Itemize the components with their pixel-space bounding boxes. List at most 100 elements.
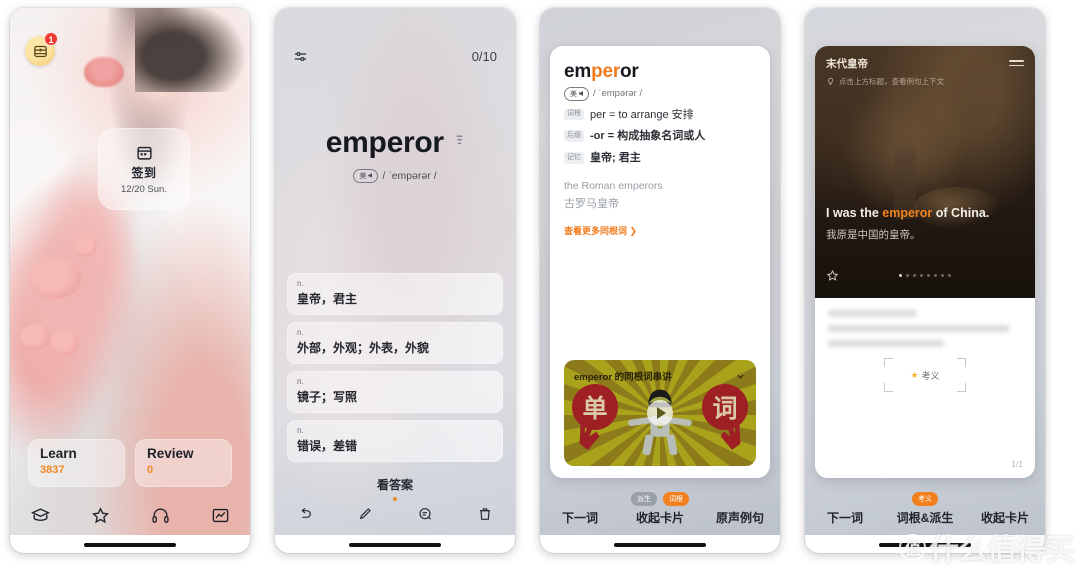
- cat-paw-pad: [50, 329, 79, 356]
- cat-paw-pad: [74, 236, 97, 257]
- exam-meaning-button[interactable]: ★ 考义: [884, 358, 966, 392]
- quiz-progress: 0/10: [471, 48, 497, 64]
- star-icon[interactable]: [826, 269, 839, 282]
- accent-badge[interactable]: 美: [564, 87, 589, 101]
- entry-root: 词根 per = to arrange 安排: [564, 108, 756, 123]
- word-prefix: em: [564, 61, 592, 82]
- hamburger-menu-icon[interactable]: [1009, 57, 1024, 69]
- option-pos: n.: [297, 426, 304, 435]
- settings-sliders-icon[interactable]: [293, 49, 308, 64]
- tab-favorites[interactable]: [70, 497, 130, 533]
- treasure-chest-icon: [33, 45, 47, 57]
- delete-button[interactable]: [455, 497, 515, 531]
- play-button[interactable]: [647, 400, 673, 426]
- graduation-cap-icon: [30, 507, 50, 521]
- blurred-text-line: [828, 340, 945, 347]
- small-speaker-icon: [368, 173, 373, 178]
- hero-footer: [826, 269, 1024, 282]
- trash-icon: [480, 508, 490, 520]
- checkin-date: 12/20 Sun.: [121, 183, 167, 195]
- tab-collapse-card[interactable]: 收起卡片: [620, 509, 700, 535]
- more-root-words-link[interactable]: 查看更多同根词 ❯: [564, 224, 756, 237]
- show-answer-label: 看答案: [376, 478, 413, 492]
- screenshot-stage: 1 签到 12/20 Sun. Learn 3837 Review 0 0/10…: [0, 0, 1080, 573]
- home-indicator: [84, 543, 176, 547]
- star-icon: [91, 506, 109, 523]
- option-text: 错误，差错: [297, 439, 358, 454]
- lightbulb-icon: [827, 77, 834, 85]
- home-indicator: [614, 543, 706, 547]
- dictionary-phonetic: / ˈempərər /: [593, 88, 643, 100]
- sentence-card: 末代皇帝 点击上方标题，查看例句上下文 I was the emperor of…: [815, 46, 1035, 478]
- video-right-char: 词: [702, 384, 748, 430]
- learn-value: 3837: [40, 463, 65, 476]
- quiz-option[interactable]: n. 外部，外观；外表，外貌: [287, 322, 503, 364]
- badge-count: 1: [44, 32, 58, 46]
- tab-next-word[interactable]: 下一词: [805, 509, 885, 535]
- tab-next-word[interactable]: 下一词: [540, 509, 620, 535]
- small-speaker-icon: [579, 91, 583, 96]
- tab-audio-examples[interactable]: 原声例句: [700, 509, 780, 535]
- treasure-chest-button[interactable]: 1: [25, 32, 58, 66]
- quiz-options: n. 皇帝，君主 n. 外部，外观；外表，外貌 n. 镜子；写照 n. 错误，差…: [287, 273, 503, 462]
- undo-button[interactable]: [275, 497, 335, 531]
- checkin-card[interactable]: 签到 12/20 Sun.: [98, 128, 190, 210]
- pill-root[interactable]: 词根: [663, 491, 689, 506]
- cat-nose: [84, 57, 125, 88]
- example-english: the Roman emperors: [564, 180, 663, 193]
- tab-statistics[interactable]: [190, 497, 250, 533]
- sentence-after: of China.: [932, 206, 990, 221]
- learn-label: Learn: [40, 446, 77, 461]
- dictionary-pills: 派生 词根: [540, 491, 780, 506]
- sentence-keyword: emperor: [882, 206, 933, 221]
- quiz-option[interactable]: n. 皇帝，君主: [287, 273, 503, 315]
- page-indicator: 1/1: [1011, 459, 1023, 469]
- dictionary-tabbar: 下一词 收起卡片 原声例句: [540, 509, 780, 535]
- dictionary-card: emperor 美 / ˈempərər / 词根 per = to arran…: [550, 46, 770, 478]
- hero-hint: 点击上方标题，查看例句上下文: [826, 76, 1024, 87]
- review-card[interactable]: Review 0: [135, 439, 232, 487]
- quiz-phonetic-row: 美 / ˈempərər /: [275, 169, 515, 183]
- option-text: 外部，外观；外表，外貌: [297, 341, 430, 356]
- word-root-highlight: per: [591, 61, 621, 82]
- chart-icon: [212, 508, 228, 522]
- accent-badge[interactable]: 美: [353, 169, 379, 183]
- movie-title[interactable]: 末代皇帝: [826, 56, 1024, 71]
- tab-root-and-derivatives[interactable]: 词根&派生: [885, 509, 965, 535]
- quiz-word-block: emperor 美 / ˈempərər /: [275, 126, 515, 183]
- movie-still-hero: 末代皇帝 点击上方标题，查看例句上下文 I was the emperor of…: [815, 46, 1035, 298]
- learn-card[interactable]: Learn 3837: [28, 439, 125, 487]
- dictionary-word: emperor: [564, 61, 756, 83]
- tab-collapse-card[interactable]: 收起卡片: [965, 509, 1045, 535]
- word-suffix: or: [620, 61, 639, 82]
- option-pos: n.: [297, 377, 304, 386]
- dictionary-phonetic-row: 美 / ˈempərər /: [564, 87, 756, 101]
- pill-exam-meaning[interactable]: 考义: [912, 491, 938, 506]
- video-card[interactable]: emperor 的同根词串讲 单 词: [564, 360, 756, 466]
- tab-listening[interactable]: [130, 497, 190, 533]
- cat-paw-pad: [19, 324, 50, 351]
- undo-icon: [301, 507, 311, 518]
- stats-row: Learn 3837 Review 0: [28, 439, 232, 487]
- entry-suffix: 后缀 -or = 构成抽象名词或人: [564, 129, 756, 144]
- accent-label: 美: [359, 172, 367, 180]
- speaker-icon[interactable]: [455, 134, 464, 152]
- chevron-down-icon[interactable]: [735, 369, 746, 387]
- cat-paw-pad: [29, 258, 82, 299]
- edit-button[interactable]: [335, 497, 395, 531]
- phone-quiz-screen: 0/10 emperor 美 / ˈempərər / n. 皇帝，君主 n. …: [275, 8, 515, 553]
- quiz-option[interactable]: n. 镜子；写照: [287, 371, 503, 413]
- video-title: emperor 的同根词串讲: [574, 372, 672, 383]
- quiz-option[interactable]: n. 错误，差错: [287, 420, 503, 462]
- tab-learn[interactable]: [10, 497, 70, 533]
- sentence-english: I was the emperor of China.: [826, 205, 1024, 222]
- sentence-before: I was the: [826, 206, 883, 221]
- video-left-char: 单: [572, 384, 618, 430]
- pill-derivative[interactable]: 派生: [631, 491, 657, 506]
- accent-label: 美: [570, 90, 577, 98]
- star-icon: ★: [910, 369, 919, 380]
- comment-button[interactable]: [395, 497, 455, 531]
- sentence-block: I was the emperor of China. 我原是中国的皇帝。: [826, 205, 1024, 242]
- entry-text: per = to arrange 安排: [590, 108, 694, 121]
- home-indicator: [349, 543, 441, 547]
